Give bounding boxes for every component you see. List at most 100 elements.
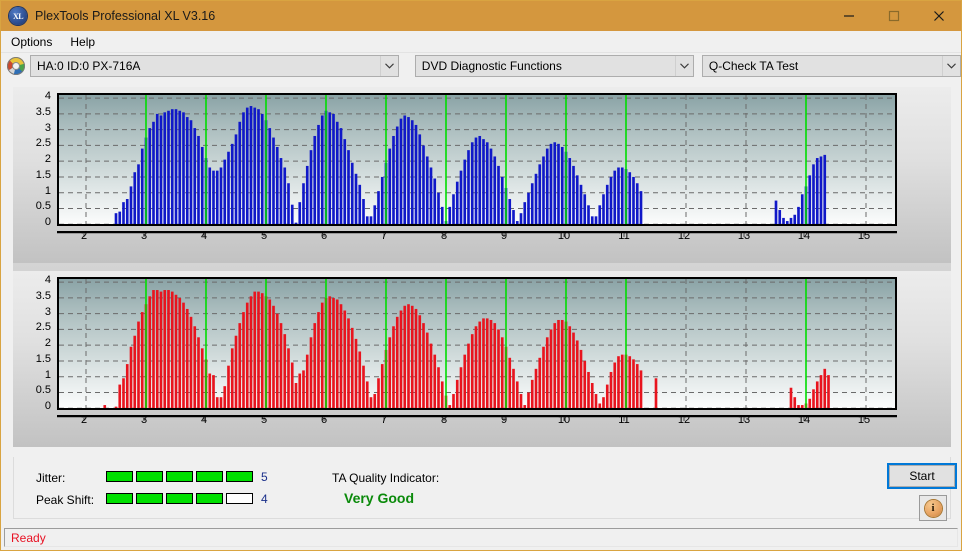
x-tick-label: 4 <box>200 230 208 242</box>
menu-item-help[interactable]: Help <box>62 33 103 51</box>
application-window: XL PlexTools Professional XL V3.16 Optio… <box>0 0 962 551</box>
x-tick-label: 10 <box>557 230 571 242</box>
y-tick-label: 1 <box>44 368 51 381</box>
meter-segment <box>166 471 193 482</box>
x-tick-label: 7 <box>380 230 388 242</box>
charts-panel: 0 0.5 1 1.5 2 2.5 3 3.5 4 2 3 4 5 6 7 8 9 10 11 12 13 14 15 0… <box>13 87 951 447</box>
window-title: PlexTools Professional XL V3.16 <box>35 9 216 23</box>
function-select[interactable]: DVD Diagnostic Functions <box>414 55 694 77</box>
chevron-down-icon <box>942 56 960 76</box>
close-icon[interactable] <box>916 1 961 31</box>
drive-select[interactable]: HA:0 ID:0 PX-716A <box>30 55 399 77</box>
x-tick-label: 6 <box>320 414 328 426</box>
x-tick-label: 12 <box>677 414 691 426</box>
ta-test-jitter-chart: 0 0.5 1 1.5 2 2.5 3 3.5 4 2 3 4 5 6 7 8 9 10 11 12 13 14 15 <box>13 87 951 263</box>
maximize-icon[interactable] <box>871 1 916 31</box>
x-tick-label: 8 <box>440 414 448 426</box>
y-axis-labels-bottom: 0 0.5 1 1.5 2 2.5 3 3.5 4 <box>13 271 55 413</box>
y-axis-labels-top: 0 0.5 1 1.5 2 2.5 3 3.5 4 <box>13 87 55 229</box>
x-tick-label: 6 <box>320 230 328 242</box>
x-tick-label: 5 <box>260 414 268 426</box>
function-select-value: DVD Diagnostic Functions <box>421 59 562 73</box>
selector-bar: HA:0 ID:0 PX-716A DVD Diagnostic Functio… <box>1 53 961 79</box>
y-tick-label: 3 <box>44 121 51 134</box>
plot-area-bottom <box>57 277 897 410</box>
peak-shift-label: Peak Shift: <box>36 493 95 507</box>
y-tick-label: 0.5 <box>35 384 51 397</box>
chevron-down-icon <box>674 56 693 76</box>
results-panel: Jitter: 5 Peak Shift: 4 TA Quality Indic… <box>13 457 957 521</box>
minimize-icon[interactable] <box>826 1 871 31</box>
meter-segment <box>136 493 163 504</box>
meter-segment <box>226 493 253 504</box>
peak-shift-value: 4 <box>261 492 268 506</box>
drive-select-value: HA:0 ID:0 PX-716A <box>37 59 141 73</box>
start-button[interactable]: Start <box>887 463 957 489</box>
menu-item-options[interactable]: Options <box>3 33 60 51</box>
x-tick-label: 14 <box>797 414 811 426</box>
meter-segment <box>196 493 223 504</box>
y-tick-label: 3.5 <box>35 105 51 118</box>
info-button[interactable]: i <box>919 495 947 521</box>
x-tick-label: 3 <box>140 230 148 242</box>
xl-app-icon: XL <box>9 7 27 25</box>
y-tick-label: 1.5 <box>35 168 51 181</box>
ta-quality-label: TA Quality Indicator: <box>332 471 440 485</box>
x-tick-label: 8 <box>440 230 448 242</box>
y-tick-label: 2 <box>44 337 51 350</box>
plot-canvas-top <box>57 93 897 226</box>
y-tick-label: 3 <box>44 305 51 318</box>
chevron-down-icon <box>379 56 398 76</box>
ta-test-peak-shift-chart: 0 0.5 1 1.5 2 2.5 3 3.5 4 2 3 4 5 6 7 8 9 10 11 12 13 14 15 <box>13 271 951 447</box>
x-tick-label: 14 <box>797 230 811 242</box>
y-tick-label: 2 <box>44 153 51 166</box>
meter-segment <box>136 471 163 482</box>
y-tick-label: 1.5 <box>35 352 51 365</box>
x-tick-label: 5 <box>260 230 268 242</box>
x-tick-label: 7 <box>380 414 388 426</box>
ta-quality-value: Very Good <box>344 490 415 506</box>
test-select[interactable]: Q-Check TA Test <box>701 55 961 77</box>
x-tick-label: 2 <box>80 230 88 242</box>
x-tick-label: 13 <box>737 414 751 426</box>
meter-segment <box>226 471 253 482</box>
x-tick-label: 11 <box>618 414 630 426</box>
x-tick-label: 9 <box>500 414 508 426</box>
title-bar: XL PlexTools Professional XL V3.16 <box>1 1 961 31</box>
x-tick-label: 15 <box>857 414 871 426</box>
x-tick-label: 3 <box>140 414 148 426</box>
meter-segment <box>106 493 133 504</box>
x-tick-label: 10 <box>557 414 571 426</box>
menu-bar: Options Help <box>1 31 961 53</box>
status-bar: Ready <box>4 528 958 547</box>
test-select-value: Q-Check TA Test <box>708 59 799 73</box>
y-tick-label: 2.5 <box>35 137 51 150</box>
x-axis-labels-top: 2 3 4 5 6 7 8 9 10 11 12 13 14 15 <box>57 230 897 246</box>
x-tick-label: 13 <box>737 230 751 242</box>
x-axis-labels-bottom: 2 3 4 5 6 7 8 9 10 11 12 13 14 15 <box>57 414 897 430</box>
jitter-meter <box>106 471 253 482</box>
x-tick-label: 15 <box>857 230 871 242</box>
y-tick-label: 0 <box>44 400 51 413</box>
y-tick-label: 1 <box>44 184 51 197</box>
jitter-value: 5 <box>261 470 268 484</box>
meter-segment <box>166 493 193 504</box>
x-tick-label: 11 <box>618 230 630 242</box>
y-tick-label: 4 <box>44 274 51 287</box>
meter-segment <box>196 471 223 482</box>
y-tick-label: 0.5 <box>35 200 51 213</box>
x-tick-label: 12 <box>677 230 691 242</box>
x-tick-label: 4 <box>200 414 208 426</box>
peak-shift-meter <box>106 493 253 504</box>
plot-area-top <box>57 93 897 226</box>
disc-icon <box>7 57 25 75</box>
info-icon: i <box>924 499 942 517</box>
x-tick-label: 2 <box>80 414 88 426</box>
x-tick-label: 9 <box>500 230 508 242</box>
y-tick-label: 3.5 <box>35 289 51 302</box>
jitter-label: Jitter: <box>36 471 66 485</box>
y-tick-label: 4 <box>44 90 51 103</box>
plot-canvas-bottom <box>57 277 897 410</box>
status-text: Ready <box>11 530 46 545</box>
y-tick-label: 0 <box>44 216 51 229</box>
